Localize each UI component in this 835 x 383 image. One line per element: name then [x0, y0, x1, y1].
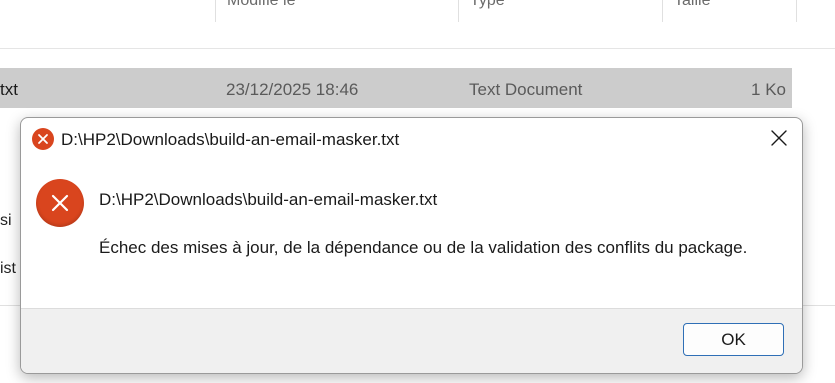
column-type[interactable]: Type — [470, 0, 505, 10]
background-text-fragment: si — [0, 212, 12, 229]
file-modified: 23/12/2025 18:46 — [226, 80, 359, 99]
close-button[interactable] — [756, 118, 802, 162]
file-row-selected[interactable]: txt 23/12/2025 18:46 Text Document 1 Ko — [0, 68, 792, 108]
ok-button[interactable]: OK — [683, 323, 784, 356]
column-separator[interactable] — [215, 0, 216, 22]
file-name: txt — [0, 80, 18, 99]
column-separator[interactable] — [458, 0, 459, 22]
close-icon — [771, 129, 787, 151]
error-dialog: D:\HP2\Downloads\build-an-email-masker.t… — [20, 117, 803, 374]
file-type: Text Document — [469, 80, 583, 99]
error-icon — [32, 128, 54, 150]
column-separator[interactable] — [796, 0, 797, 22]
explorer-column-header: Modifié le Type Taille — [0, 0, 835, 49]
file-size: 1 Ko — [751, 80, 786, 99]
dialog-titlebar[interactable]: D:\HP2\Downloads\build-an-email-masker.t… — [21, 118, 802, 162]
background-text-fragment: ist — [0, 260, 16, 277]
dialog-path-text: D:\HP2\Downloads\build-an-email-masker.t… — [99, 190, 438, 209]
dialog-footer: OK — [21, 308, 802, 373]
column-size[interactable]: Taille — [674, 0, 710, 10]
dialog-title: D:\HP2\Downloads\build-an-email-masker.t… — [61, 130, 400, 149]
error-icon — [36, 179, 84, 227]
column-modified[interactable]: Modifié le — [227, 0, 295, 10]
dialog-message: Échec des mises à jour, de la dépendance… — [99, 238, 748, 257]
column-separator[interactable] — [662, 0, 663, 22]
